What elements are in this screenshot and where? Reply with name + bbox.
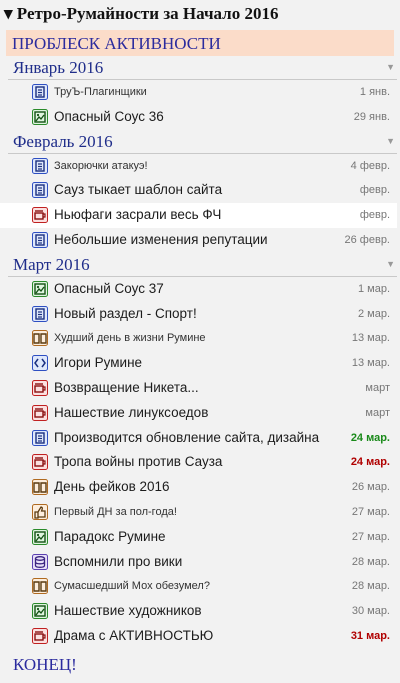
- list-item[interactable]: Драма с АКТИВНОСТЬЮ 31 мар.: [0, 624, 397, 649]
- item-date: 30 мар.: [351, 605, 390, 618]
- list-item[interactable]: Игори Румине 13 мар.: [0, 351, 397, 376]
- item-title[interactable]: Опасный Соус 37: [54, 277, 164, 302]
- item-date: 2 мар.: [357, 307, 390, 320]
- doc-icon: [32, 305, 48, 322]
- cup-icon: [32, 207, 48, 224]
- item-date: март: [365, 381, 390, 394]
- list-item[interactable]: Нашествие художников 30 мар.: [0, 599, 397, 624]
- item-date: 31 мар.: [350, 629, 390, 642]
- item-date: 29 янв.: [353, 110, 390, 123]
- timeline-list: Январь 2016 ▼ ТруЪ-Плагинщики 1 янв. Опасный…: [0, 56, 400, 649]
- doc-icon: [32, 84, 48, 100]
- month-header[interactable]: Февраль 2016 ▼: [8, 130, 397, 154]
- list-item[interactable]: Возвращение Никета... март: [0, 376, 397, 401]
- cup-icon: [32, 454, 48, 471]
- item-date: 26 мар.: [351, 481, 390, 494]
- item-date: 26 февр.: [344, 233, 390, 246]
- item-title[interactable]: День фейков 2016: [54, 475, 170, 500]
- item-date: 27 мар.: [351, 530, 390, 543]
- item-title[interactable]: Небольшие изменения репутации: [54, 228, 268, 253]
- item-title[interactable]: Опасный Соус 36: [54, 105, 164, 130]
- chevron-down-icon[interactable]: ▼: [386, 62, 395, 72]
- doc-icon: [32, 157, 48, 174]
- list-item[interactable]: ТруЪ-Плагинщики 1 янв.: [0, 80, 397, 105]
- list-item[interactable]: Вспомнили про вики 28 мар.: [0, 550, 397, 575]
- end-label: КОНЕЦ!: [13, 654, 77, 674]
- list-item[interactable]: День фейков 2016 26 мар.: [0, 475, 397, 500]
- item-date: 28 мар.: [351, 580, 390, 593]
- doc-icon: [32, 182, 48, 199]
- item-date: 4 февр.: [350, 159, 390, 172]
- item-date: 1 янв.: [359, 86, 390, 98]
- item-date: февр.: [359, 209, 390, 222]
- list-item[interactable]: Опасный Соус 37 1 мар.: [0, 277, 397, 302]
- page-title[interactable]: ▾ Ретро-Румайности за Начало 2016: [0, 0, 400, 28]
- item-title[interactable]: Парадокс Румине: [54, 525, 166, 550]
- list-item[interactable]: Ньюфаги засрали весь ФЧ февр.: [0, 203, 397, 228]
- item-title[interactable]: Тропа войны против Сауза: [54, 450, 222, 475]
- item-date: 24 мар.: [350, 431, 390, 444]
- list-item[interactable]: Производится обновление сайта, дизайна 24…: [0, 426, 397, 451]
- item-date: март: [365, 406, 390, 419]
- item-title[interactable]: ТруЪ-Плагинщики: [54, 80, 147, 105]
- item-title[interactable]: Сауз тыкает шаблон сайта: [54, 178, 222, 203]
- item-title[interactable]: Драма с АКТИВНОСТЬЮ: [54, 624, 213, 649]
- list-item[interactable]: Новый раздел - Спорт! 2 мар.: [0, 302, 397, 327]
- book-icon: [32, 330, 48, 347]
- item-date: 28 мар.: [351, 555, 390, 568]
- cup-icon: [32, 627, 48, 644]
- list-item[interactable]: Опасный Соус 36 29 янв.: [0, 105, 397, 130]
- month-name: Февраль 2016: [13, 131, 113, 151]
- book-icon: [32, 578, 48, 595]
- chevron-down-icon[interactable]: ▼: [386, 136, 395, 146]
- page: ▾ Ретро-Румайности за Начало 2016 ПРОБЛЕ…: [0, 0, 400, 683]
- list-item[interactable]: Худший день в жизни Румине 13 мар.: [0, 326, 397, 351]
- image-icon: [32, 280, 48, 297]
- item-title[interactable]: Ньюфаги засрали весь ФЧ: [54, 203, 221, 228]
- db-icon: [32, 553, 48, 570]
- doc-icon: [32, 231, 48, 248]
- item-title[interactable]: Вспомнили про вики: [54, 550, 182, 575]
- list-item[interactable]: Сауз тыкает шаблон сайта февр.: [0, 178, 397, 203]
- item-title[interactable]: Худший день в жизни Румине: [54, 326, 206, 351]
- item-title[interactable]: Производится обновление сайта, дизайна: [54, 426, 319, 451]
- list-item[interactable]: Нашествие линуксоедов март: [0, 401, 397, 426]
- item-title[interactable]: Возвращение Никета...: [54, 376, 199, 401]
- image-icon: [32, 108, 48, 125]
- activity-banner[interactable]: ПРОБЛЕСК АКТИВНОСТИ: [6, 30, 394, 56]
- item-date: февр.: [359, 184, 390, 197]
- month-name: Январь 2016: [13, 58, 104, 77]
- item-title[interactable]: Игори Румине: [54, 351, 142, 376]
- list-item[interactable]: Тропа войны против Сауза 24 мар.: [0, 450, 397, 475]
- list-item[interactable]: Парадокс Румине 27 мар.: [0, 525, 397, 550]
- item-date: 27 мар.: [351, 505, 390, 518]
- list-item[interactable]: Сумасшедший Мох обезумел? 28 мар.: [0, 574, 397, 599]
- item-title[interactable]: Сумасшедший Мох обезумел?: [54, 574, 210, 599]
- code-icon: [32, 355, 48, 372]
- item-date: 1 мар.: [357, 282, 390, 295]
- item-date: 13 мар.: [351, 332, 390, 345]
- chevron-down-icon[interactable]: ▼: [386, 259, 395, 269]
- item-title[interactable]: Новый раздел - Спорт!: [54, 302, 197, 327]
- item-title[interactable]: Нашествие художников: [54, 599, 202, 624]
- cup-icon: [32, 404, 48, 421]
- month-name: Март 2016: [13, 254, 90, 274]
- item-date: 13 мар.: [351, 357, 390, 370]
- list-item[interactable]: Первый ДН за пол-года! 27 мар.: [0, 500, 397, 525]
- doc-icon: [32, 429, 48, 446]
- item-title[interactable]: Нашествие линуксоедов: [54, 401, 208, 426]
- item-date: 24 мар.: [350, 456, 390, 469]
- thumb-icon: [32, 503, 48, 520]
- image-icon: [32, 603, 48, 620]
- item-title[interactable]: Первый ДН за пол-года!: [54, 500, 177, 525]
- month-header[interactable]: Март 2016 ▼: [8, 253, 397, 277]
- image-icon: [32, 528, 48, 545]
- cup-icon: [32, 379, 48, 396]
- book-icon: [32, 479, 48, 496]
- item-title[interactable]: Закорючки атакуэ!: [54, 154, 148, 179]
- month-header[interactable]: Январь 2016 ▼: [8, 56, 397, 80]
- list-item[interactable]: Закорючки атакуэ! 4 февр.: [0, 154, 397, 179]
- list-item[interactable]: Небольшие изменения репутации 26 февр.: [0, 228, 397, 253]
